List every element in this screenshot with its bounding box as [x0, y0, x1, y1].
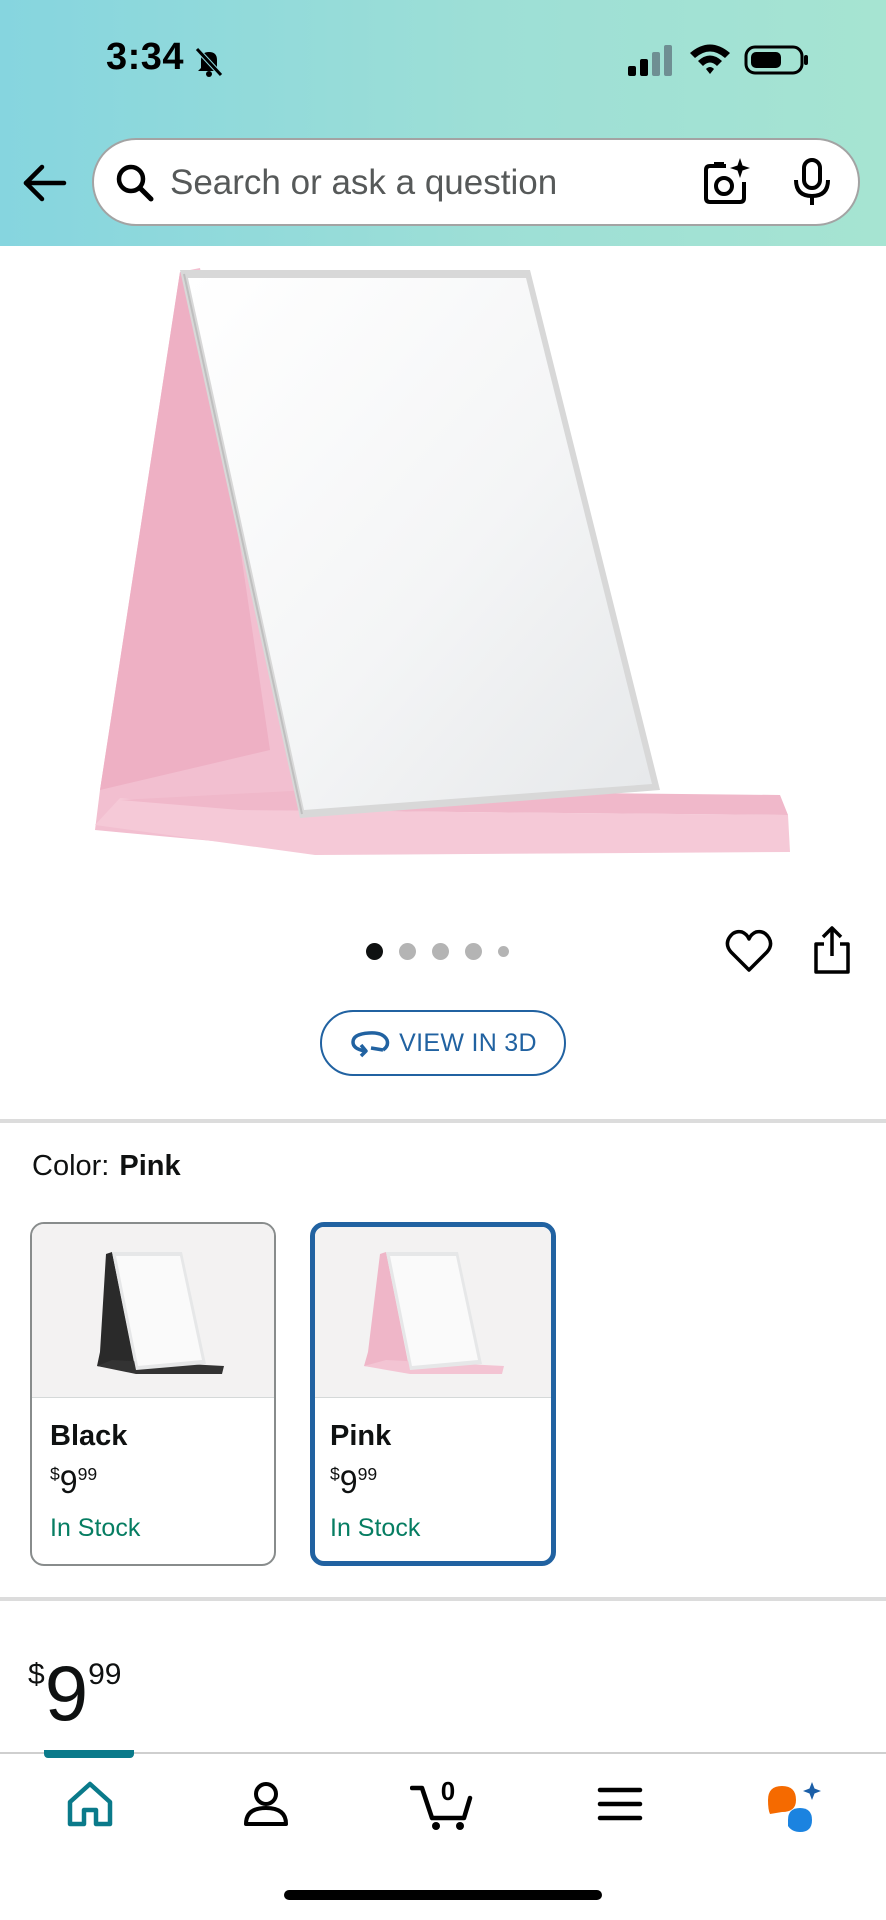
- pager-dot[interactable]: [465, 942, 482, 960]
- option-price: $999: [330, 1464, 377, 1501]
- option-availability: In Stock: [330, 1514, 421, 1542]
- option-price-currency: $: [50, 1464, 60, 1484]
- pager-dot[interactable]: [498, 945, 509, 957]
- option-name: Pink: [330, 1420, 392, 1452]
- share-icon[interactable]: [812, 924, 852, 976]
- signal-icon: [628, 45, 672, 76]
- rufus-ai-icon[interactable]: [764, 1776, 826, 1832]
- product-image[interactable]: [60, 250, 820, 870]
- section-divider: [0, 1119, 886, 1123]
- swatch-thumbnail: [32, 1224, 274, 1398]
- cart-icon[interactable]: 0: [410, 1776, 476, 1832]
- search-input[interactable]: Search or ask a question: [170, 160, 557, 206]
- color-label-text: Color:: [32, 1150, 110, 1182]
- color-option-black[interactable]: Black $999 In Stock: [30, 1222, 276, 1566]
- status-time: 3:34: [106, 36, 185, 78]
- product-price: $999: [28, 1636, 121, 1732]
- back-arrow-icon[interactable]: [20, 158, 70, 208]
- wifi-icon: [690, 44, 730, 74]
- price-currency: $: [28, 1658, 45, 1691]
- section-divider: [0, 1597, 886, 1601]
- pink-mirror-thumbnail: [364, 1252, 504, 1374]
- heart-icon[interactable]: [724, 926, 774, 976]
- view-in-3d-button[interactable]: VIEW IN 3D: [320, 1010, 566, 1076]
- option-price-whole: 9: [339, 1464, 358, 1501]
- view-in-3d-label: VIEW IN 3D: [399, 1028, 537, 1057]
- camera-sparkle-icon[interactable]: [700, 156, 752, 208]
- option-availability: In Stock: [50, 1514, 141, 1542]
- selected-color: Pink: [119, 1150, 181, 1182]
- search-icon: [116, 164, 154, 202]
- search-bar[interactable]: Search or ask a question: [92, 138, 860, 226]
- bell-slash-icon: [195, 47, 223, 77]
- microphone-icon[interactable]: [790, 156, 834, 208]
- battery-icon: [744, 45, 808, 75]
- image-pager[interactable]: [366, 940, 525, 962]
- home-indicator: [284, 1890, 602, 1900]
- price-whole: 9: [44, 1649, 89, 1737]
- pager-dot[interactable]: [399, 942, 416, 960]
- pager-dot[interactable]: [366, 942, 383, 960]
- cart-count: 0: [441, 1776, 455, 1806]
- price-fraction: 99: [88, 1658, 122, 1691]
- account-icon[interactable]: [238, 1776, 294, 1832]
- color-label: Color: Pink: [32, 1150, 181, 1183]
- rotate-3d-icon: [351, 1031, 390, 1058]
- black-mirror-thumbnail: [97, 1252, 224, 1374]
- option-price-fraction: 99: [357, 1464, 378, 1484]
- option-price-whole: 9: [59, 1464, 78, 1501]
- option-price-currency: $: [330, 1464, 340, 1484]
- app-header: 3:34 Search or ask a question: [0, 0, 886, 246]
- option-price-fraction: 99: [77, 1464, 98, 1484]
- swatch-thumbnail: [315, 1227, 551, 1398]
- pager-dot[interactable]: [432, 942, 449, 960]
- menu-icon[interactable]: [592, 1776, 648, 1832]
- nav-active-indicator: [44, 1750, 134, 1758]
- option-name: Black: [50, 1420, 128, 1452]
- home-icon[interactable]: [62, 1776, 118, 1832]
- option-price: $999: [50, 1464, 97, 1501]
- color-option-pink[interactable]: Pink $999 In Stock: [310, 1222, 556, 1566]
